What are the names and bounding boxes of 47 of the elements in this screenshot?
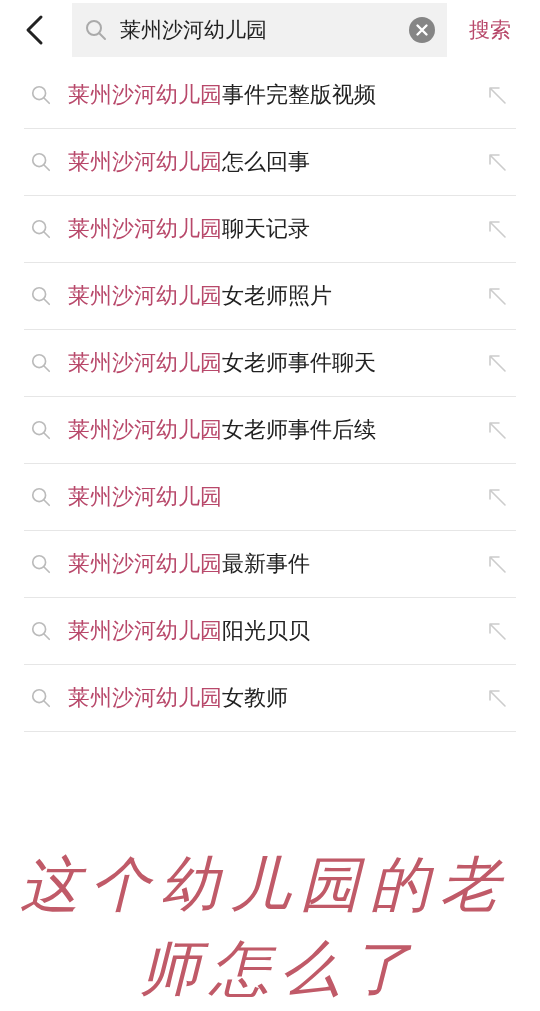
clear-icon[interactable] <box>409 17 435 43</box>
search-icon <box>30 620 52 642</box>
suggestion-text: 莱州沙河幼儿园女教师 <box>68 684 289 712</box>
search-icon <box>30 687 52 709</box>
suggestion-item[interactable]: 莱州沙河幼儿园聊天记录 <box>24 196 516 263</box>
arrow-icon[interactable] <box>486 84 508 106</box>
arrow-icon[interactable] <box>486 352 508 374</box>
suggestion-text: 莱州沙河幼儿园聊天记录 <box>68 215 311 243</box>
search-icon <box>30 486 52 508</box>
search-icon <box>30 151 52 173</box>
search-field[interactable]: 莱州沙河幼儿园 <box>120 18 409 42</box>
back-icon[interactable] <box>24 14 44 46</box>
suggestion-text: 莱州沙河幼儿园女老师事件聊天 <box>68 349 377 377</box>
arrow-icon[interactable] <box>486 285 508 307</box>
suggestion-text: 莱州沙河幼儿园阳光贝贝 <box>68 617 311 645</box>
arrow-icon[interactable] <box>486 218 508 240</box>
search-button[interactable]: 搜索 <box>463 12 517 48</box>
suggestion-text: 莱州沙河幼儿园事件完整版视频 <box>68 81 377 109</box>
arrow-icon[interactable] <box>486 553 508 575</box>
search-icon <box>30 218 52 240</box>
suggestion-item[interactable]: 莱州沙河幼儿园怎么回事 <box>24 129 516 196</box>
suggestion-text: 莱州沙河幼儿园怎么回事 <box>68 148 311 176</box>
arrow-icon[interactable] <box>486 687 508 709</box>
arrow-icon[interactable] <box>486 620 508 642</box>
search-bar[interactable]: 莱州沙河幼儿园 <box>72 3 447 57</box>
suggestion-item[interactable]: 莱州沙河幼儿园女老师事件后续 <box>24 397 516 464</box>
suggestion-item[interactable]: 莱州沙河幼儿园女老师事件聊天 <box>24 330 516 397</box>
arrow-icon[interactable] <box>486 419 508 441</box>
suggestion-text: 莱州沙河幼儿园 <box>68 483 223 511</box>
arrow-icon[interactable] <box>486 486 508 508</box>
arrow-icon[interactable] <box>486 151 508 173</box>
search-icon <box>30 352 52 374</box>
handwritten-note: 这个幼儿园的老师怎么了 <box>19 848 511 1005</box>
suggestion-item[interactable]: 莱州沙河幼儿园女老师照片 <box>24 263 516 330</box>
suggestion-text: 莱州沙河幼儿园女老师照片 <box>68 282 333 310</box>
suggestion-item[interactable]: 莱州沙河幼儿园事件完整版视频 <box>24 62 516 129</box>
search-icon <box>30 84 52 106</box>
suggestion-text: 莱州沙河幼儿园最新事件 <box>68 550 311 578</box>
suggestion-text: 莱州沙河幼儿园女老师事件后续 <box>68 416 377 444</box>
search-icon <box>84 18 108 42</box>
search-icon <box>30 553 52 575</box>
suggestion-item[interactable]: 莱州沙河幼儿园阳光贝贝 <box>24 598 516 665</box>
suggestion-item[interactable]: 莱州沙河幼儿园女教师 <box>24 665 516 732</box>
suggestion-item[interactable]: 莱州沙河幼儿园 <box>24 464 516 531</box>
search-icon <box>30 419 52 441</box>
search-icon <box>30 285 52 307</box>
suggestion-item[interactable]: 莱州沙河幼儿园最新事件 <box>24 531 516 598</box>
